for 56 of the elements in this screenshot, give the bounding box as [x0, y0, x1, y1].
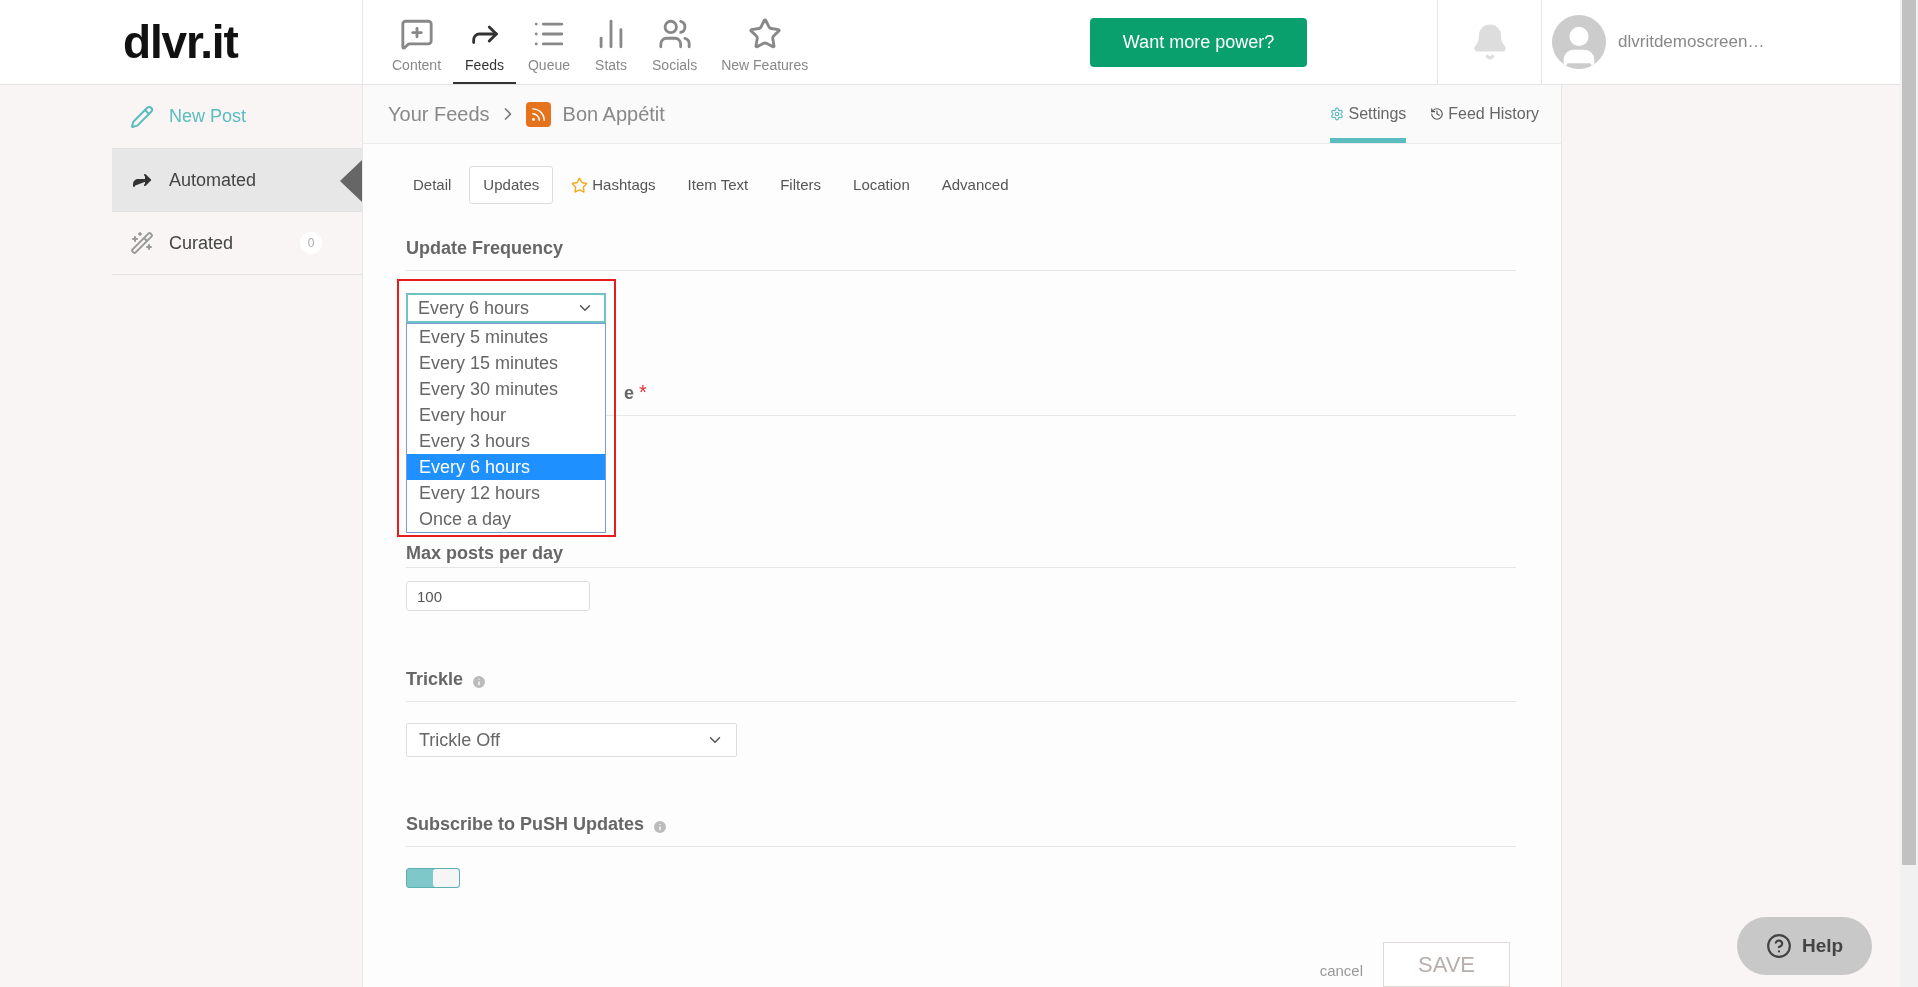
form-tab[interactable]: Item Text: [673, 166, 763, 204]
scrollbar[interactable]: [1900, 0, 1918, 987]
frequency-select[interactable]: Every 6 hours: [406, 293, 606, 323]
dropdown-option[interactable]: Every 5 minutes: [407, 324, 605, 350]
dropdown-option[interactable]: Every hour: [407, 402, 605, 428]
dropdown-option[interactable]: Every 6 hours: [407, 454, 605, 480]
feed-title: Bon Appétit: [562, 102, 665, 127]
form-tab[interactable]: Updates: [469, 166, 554, 204]
pencil-icon: [130, 104, 154, 129]
nav-tab[interactable]: New Features: [709, 16, 821, 84]
help-button[interactable]: Help: [1737, 917, 1872, 975]
breadcrumb-link[interactable]: Your Feeds: [388, 99, 490, 129]
form-tab[interactable]: Detail: [399, 166, 466, 204]
form-tab[interactable]: Filters: [766, 166, 836, 204]
section-title: Subscribe to PuSH Updates: [406, 813, 645, 836]
sidebar-item[interactable]: Curated 0: [112, 211, 362, 274]
account-name[interactable]: dlvritdemoscreen…: [1618, 29, 1765, 55]
avatar[interactable]: [1552, 15, 1606, 69]
nav-tab[interactable]: Queue: [515, 16, 582, 84]
form-tab[interactable]: Advanced: [927, 166, 1023, 204]
trickle-select[interactable]: Trickle Off: [406, 723, 737, 757]
star-icon: [571, 176, 589, 194]
logo[interactable]: dlvr.it: [123, 7, 238, 77]
required-asterisk: *: [639, 380, 647, 405]
header-tab[interactable]: Settings: [1330, 85, 1407, 143]
dropdown-option[interactable]: Once a day: [407, 506, 605, 532]
scrollbar-thumb[interactable]: [1902, 0, 1916, 865]
count-badge: 0: [300, 232, 322, 254]
dropdown-option[interactable]: Every 3 hours: [407, 428, 605, 454]
nav-tab[interactable]: Stats: [582, 16, 640, 84]
chat-plus-icon: [399, 17, 434, 51]
info-icon[interactable]: [471, 674, 488, 690]
upgrade-button[interactable]: Want more power?: [1090, 17, 1307, 67]
rss-icon: [525, 101, 551, 127]
form-tab[interactable]: Hashtags: [557, 166, 670, 204]
section-title: Max posts per day: [406, 543, 564, 563]
dropdown-option[interactable]: Every 15 minutes: [407, 350, 605, 376]
section-title: e: [624, 382, 634, 405]
star-icon: [747, 17, 782, 51]
sidebar-item[interactable]: Automated: [112, 148, 362, 211]
section-title: Update Frequency: [406, 237, 564, 260]
help-icon: [1765, 933, 1792, 959]
wand-icon: [130, 231, 154, 255]
max-posts-input[interactable]: 100: [406, 581, 590, 611]
people-icon: [657, 17, 692, 51]
settings-icon: [1330, 107, 1345, 121]
toggle-switch[interactable]: [406, 868, 460, 888]
history-icon: [1430, 107, 1445, 121]
section-title: Trickle: [406, 668, 464, 691]
header-tab[interactable]: Feed History: [1430, 85, 1539, 143]
nav-tab[interactable]: Socials: [640, 16, 710, 84]
nav-tab[interactable]: Content: [380, 16, 454, 84]
form-tab[interactable]: Location: [839, 166, 924, 204]
dropdown-option[interactable]: Every 30 minutes: [407, 376, 605, 402]
dropdown-option[interactable]: Every 12 hours: [407, 480, 605, 506]
info-icon[interactable]: [652, 819, 669, 835]
